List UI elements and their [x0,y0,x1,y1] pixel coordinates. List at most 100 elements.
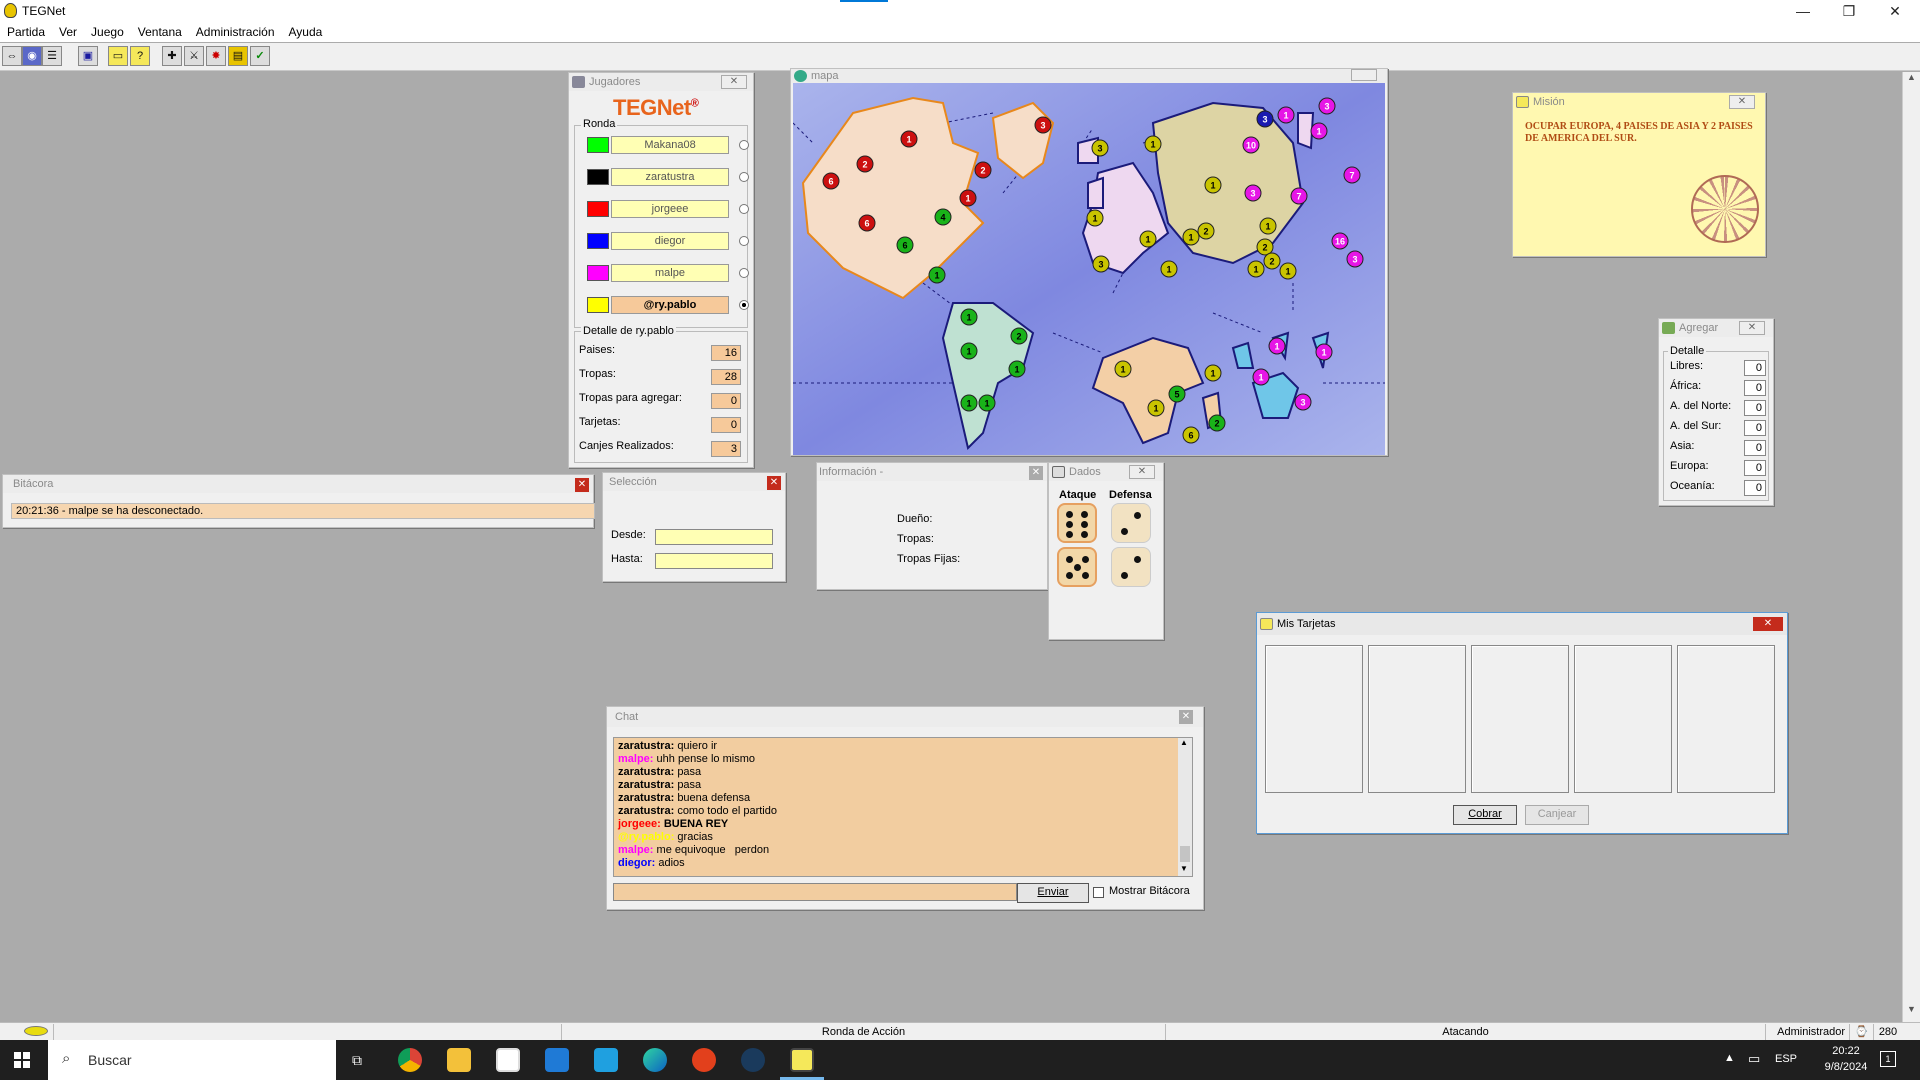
file-explorer-icon[interactable] [447,1048,471,1072]
menu-ver[interactable]: Ver [52,22,84,39]
save-icon[interactable]: ▣ [78,46,98,66]
jugadores-close-button[interactable]: ✕ [721,75,747,89]
scroll-up-icon[interactable]: ▲ [1180,738,1188,747]
regroup-icon[interactable]: ✸ [206,46,226,66]
army-marker[interactable]: 2 [1010,327,1028,345]
player-row[interactable]: Makana08 [587,136,749,154]
army-marker[interactable]: 1 [1182,228,1200,246]
vertical-scrollbar[interactable]: ▲ ▼ [1902,72,1920,1022]
notification-icon[interactable]: 1 [1880,1051,1896,1067]
chat-input[interactable] [613,883,1017,901]
mision-close-button[interactable]: ✕ [1729,95,1755,109]
army-marker[interactable]: 1 [1315,343,1333,361]
network-icon[interactable]: ▭ [1748,1051,1760,1067]
language-indicator[interactable]: ESP [1775,1053,1797,1065]
army-marker[interactable]: 1 [1204,364,1222,382]
show-log-checkbox[interactable] [1093,887,1104,898]
army-marker[interactable]: 1 [1160,260,1178,278]
task-view-icon[interactable]: ⧉ [352,1052,362,1069]
army-marker[interactable]: 3 [1294,393,1312,411]
card-slot[interactable] [1677,645,1775,793]
clock-date[interactable]: 9/8/2024 [1816,1061,1876,1073]
menu-ayuda[interactable]: Ayuda [282,22,330,39]
army-marker[interactable]: 2 [1197,222,1215,240]
region-value[interactable]: 0 [1744,420,1766,436]
army-marker[interactable]: 3 [1318,97,1336,115]
card-icon[interactable]: ▭ [108,46,128,66]
cobrar-button[interactable]: Cobrar [1453,805,1517,825]
army-marker[interactable]: 1 [959,189,977,207]
army-marker[interactable]: 1 [900,130,918,148]
army-marker[interactable]: 1 [1147,399,1165,417]
army-marker[interactable]: 1 [1204,176,1222,194]
bitacora-close-button[interactable]: ✕ [575,478,589,492]
army-marker[interactable]: 1 [1086,209,1104,227]
army-marker[interactable]: 2 [974,161,992,179]
clock-time[interactable]: 20:22 [1816,1045,1876,1057]
scroll-down-icon[interactable]: ▼ [1903,1004,1920,1014]
army-marker[interactable]: 2 [1256,238,1274,256]
army-marker[interactable]: 3 [1034,116,1052,134]
army-marker[interactable]: 1 [978,394,996,412]
steam-icon[interactable] [741,1048,765,1072]
region-value[interactable]: 0 [1744,460,1766,476]
player-row-active[interactable]: @ry.pablo [587,296,749,314]
player-radio-checked[interactable] [739,300,749,310]
menu-administracion[interactable]: Administración [189,22,282,39]
card-slot[interactable] [1471,645,1569,793]
army-marker[interactable]: 1 [1008,360,1026,378]
menu-partida[interactable]: Partida [0,22,52,39]
player-radio[interactable] [739,204,749,214]
player-radio[interactable] [739,236,749,246]
player-row[interactable]: zaratustra [587,168,749,186]
region-value[interactable]: 0 [1744,440,1766,456]
player-row[interactable]: diegor [587,232,749,250]
army-marker[interactable]: 1 [1144,135,1162,153]
army-marker[interactable]: 1 [1139,230,1157,248]
army-marker[interactable]: 6 [896,236,914,254]
agregar-close-button[interactable]: ✕ [1739,321,1765,335]
store-icon[interactable] [496,1048,520,1072]
list-icon[interactable]: ☰ [42,46,62,66]
army-marker[interactable]: 3 [1346,250,1364,268]
army-marker[interactable]: 10 [1242,136,1260,154]
army-marker[interactable]: 2 [1208,414,1226,432]
army-marker[interactable]: 1 [1277,106,1295,124]
player-radio[interactable] [739,140,749,150]
globe-icon[interactable]: ◉ [22,46,42,66]
army-marker[interactable]: 3 [1091,139,1109,157]
hasta-field[interactable] [655,553,773,569]
card-slot[interactable] [1265,645,1363,793]
army-marker[interactable]: 1 [1247,260,1265,278]
ea-icon[interactable] [692,1048,716,1072]
region-value[interactable]: 0 [1744,480,1766,496]
region-value[interactable]: 0 [1744,380,1766,396]
tarjetas-close-button[interactable]: ✕ [1753,617,1783,631]
tickets-icon[interactable] [594,1048,618,1072]
army-marker[interactable]: 1 [1114,360,1132,378]
world-map[interactable]: 126216346112111 13 111211313 131103 771221 11… [793,83,1385,455]
canjear-button[interactable]: Canjear [1525,805,1589,825]
army-marker[interactable]: 1 [1279,262,1297,280]
taskbar-search[interactable]: ⌕ Buscar [48,1040,336,1080]
army-marker[interactable]: 1 [1259,217,1277,235]
army-marker[interactable]: 3 [1244,184,1262,202]
army-marker[interactable]: 3 [1092,255,1110,273]
chat-close-button[interactable]: ✕ [1179,710,1193,724]
map-close-button[interactable] [1351,69,1377,81]
army-marker[interactable]: 6 [822,172,840,190]
scroll-up-icon[interactable]: ▲ [1903,72,1920,82]
card-slot[interactable] [1574,645,1672,793]
end-turn-icon[interactable]: ✓ [250,46,270,66]
player-radio[interactable] [739,268,749,278]
chrome-icon[interactable] [398,1048,422,1072]
add-troops-icon[interactable]: ✚ [162,46,182,66]
army-marker[interactable]: 16 [1331,232,1349,250]
minimize-button[interactable]: — [1780,0,1826,22]
restore-button[interactable]: ❐ [1826,0,1872,22]
army-marker[interactable]: 1 [928,266,946,284]
scroll-down-icon[interactable]: ▼ [1180,864,1188,873]
army-marker[interactable]: 1 [960,394,978,412]
region-value[interactable]: 0 [1744,360,1766,376]
scroll-thumb[interactable] [1180,846,1190,862]
